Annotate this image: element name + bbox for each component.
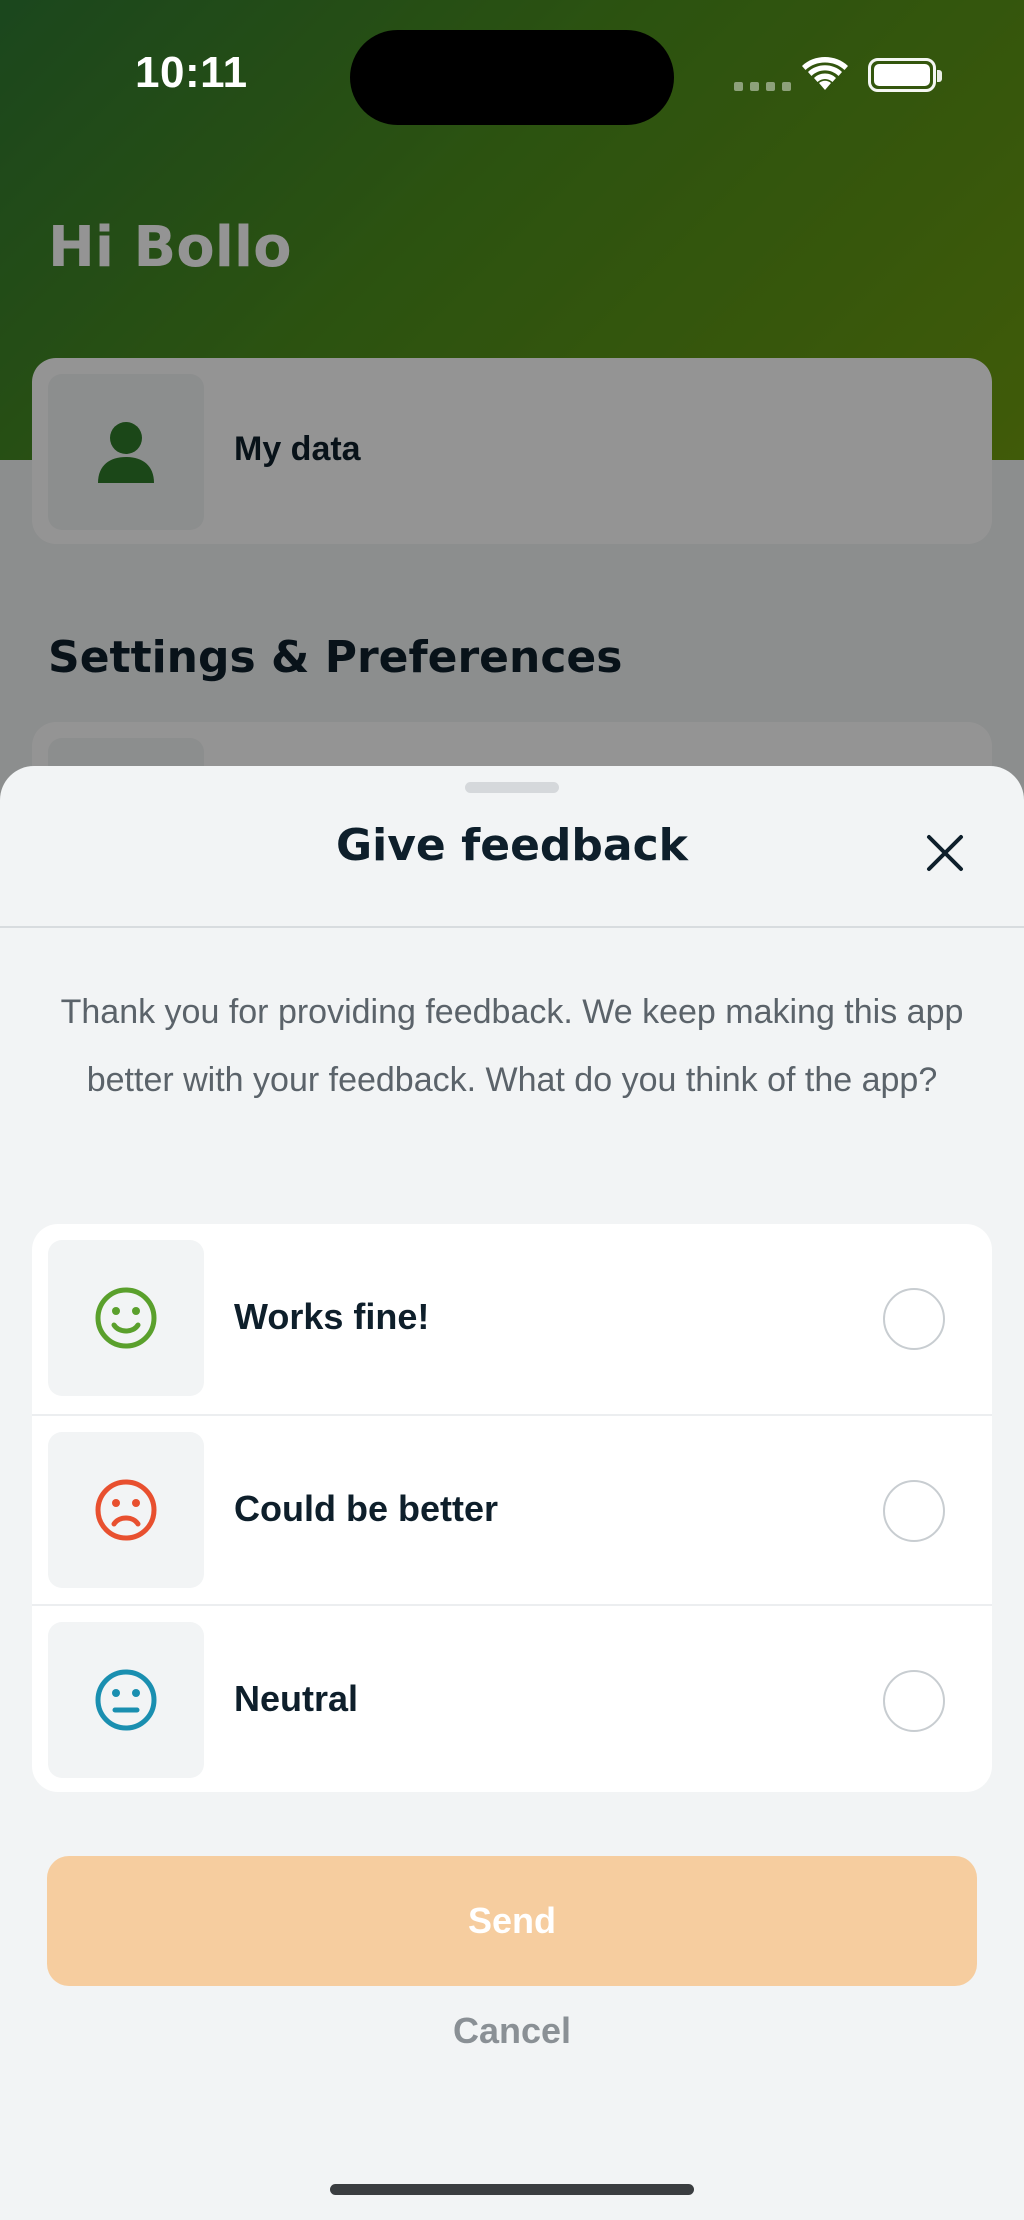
status-bar: 10:11 [0,0,1024,150]
send-button[interactable]: Send [47,1856,977,1986]
close-button[interactable] [920,828,970,878]
cancel-button[interactable]: Cancel [0,2010,1024,2052]
smile-icon [48,1240,204,1396]
close-icon [927,835,963,871]
radio-button[interactable] [883,1288,945,1350]
option-label: Neutral [234,1678,359,1719]
feedback-sheet: Give feedback Thank you for providing fe… [0,766,1024,2220]
home-indicator [330,2184,694,2195]
wifi-icon [802,56,848,97]
cellular-signal-icon [734,82,791,91]
status-time: 10:11 [135,48,248,97]
option-label: Works fine! [234,1296,430,1337]
frown-icon [48,1432,204,1588]
sheet-title: Give feedback [336,820,688,871]
radio-button[interactable] [883,1670,945,1732]
feedback-options-list: Works fine! Could be better Neutral [32,1224,992,1792]
sheet-grabber[interactable] [465,782,559,793]
battery-icon [868,58,942,92]
dynamic-island [350,30,674,125]
option-works-fine[interactable]: Works fine! [32,1224,992,1414]
feedback-intro-text: Thank you for providing feedback. We kee… [60,993,964,1099]
radio-button[interactable] [883,1480,945,1542]
header-divider [0,926,1024,928]
option-label: Could be better [234,1488,499,1529]
option-neutral[interactable]: Neutral [32,1604,992,1792]
neutral-face-icon [48,1622,204,1778]
option-could-be-better[interactable]: Could be better [32,1414,992,1604]
